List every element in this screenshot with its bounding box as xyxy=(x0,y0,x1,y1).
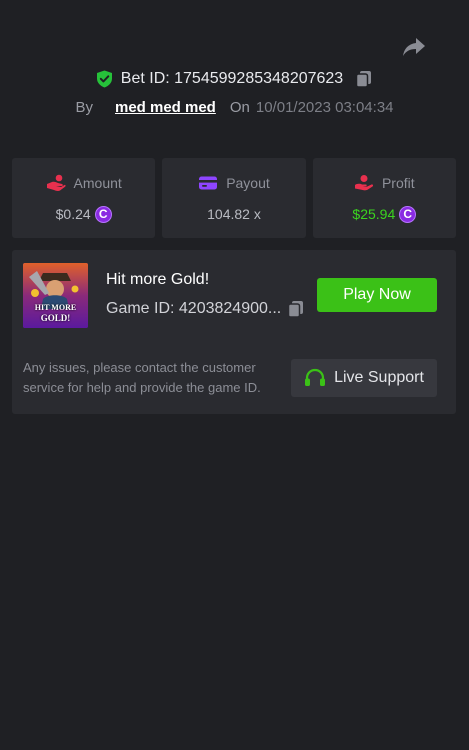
bet-id-text: Bet ID: 1754599285348207623 xyxy=(120,70,344,87)
copy-game-id-button[interactable] xyxy=(287,300,305,318)
username-link[interactable]: med med med xyxy=(115,99,216,116)
game-thumbnail[interactable]: HIT MORE GOLD! xyxy=(23,263,88,328)
coin-icon: C xyxy=(94,205,112,223)
thumb-title-line1: HIT MORE xyxy=(34,303,77,312)
stat-amount: Amount $0.24 C xyxy=(12,158,156,238)
hand-money-icon xyxy=(354,174,374,192)
live-support-button[interactable]: Live Support xyxy=(291,359,437,397)
share-button[interactable] xyxy=(400,34,428,60)
coin-icon: C xyxy=(399,205,417,223)
by-label: By xyxy=(75,98,93,116)
game-card: HIT MORE GOLD! Hit more Gold! Game ID: 4… xyxy=(12,250,456,414)
card-icon xyxy=(198,174,218,192)
thumb-title-line2: GOLD! xyxy=(40,313,71,323)
stat-payout-value: 104.82 x xyxy=(207,206,261,222)
stat-amount-value: $0.24 xyxy=(55,206,91,222)
live-support-label: Live Support xyxy=(334,369,424,386)
bet-author-row: By med med med On 10/01/2023 03:04:34 xyxy=(0,96,469,118)
stat-payout-label: Payout xyxy=(226,175,270,191)
bet-stats: Amount $0.24 C Payout 104.82 x Profit $2… xyxy=(12,158,456,238)
copy-bet-id-button[interactable] xyxy=(355,70,373,88)
headset-icon xyxy=(304,368,326,388)
bet-detail-page: Bet ID: 1754599285348207623 By med med m… xyxy=(0,0,469,750)
game-title: Hit more Gold! xyxy=(106,271,210,288)
stat-profit-label: Profit xyxy=(381,174,415,191)
stat-payout: Payout 104.82 x xyxy=(162,158,306,238)
share-icon xyxy=(403,38,425,56)
stat-amount-label: Amount xyxy=(73,174,122,191)
copy-icon xyxy=(287,301,304,318)
game-id-text: Game ID: 4203824900... xyxy=(106,300,282,317)
hand-coins-icon xyxy=(46,174,66,192)
game-id-row: Game ID: 4203824900... xyxy=(106,300,305,318)
copy-icon xyxy=(355,71,372,88)
bet-datetime: 10/01/2023 03:04:34 xyxy=(255,98,394,116)
stat-profit-value: $25.94 xyxy=(352,206,396,222)
shield-check-icon xyxy=(96,70,113,88)
stat-profit: Profit $25.94 C xyxy=(312,158,456,238)
on-label: On xyxy=(229,98,250,116)
support-help-text: Any issues, please contact the customer … xyxy=(23,360,261,395)
bet-id-row: Bet ID: 1754599285348207623 xyxy=(0,68,469,90)
play-now-button[interactable]: Play Now xyxy=(317,278,437,312)
